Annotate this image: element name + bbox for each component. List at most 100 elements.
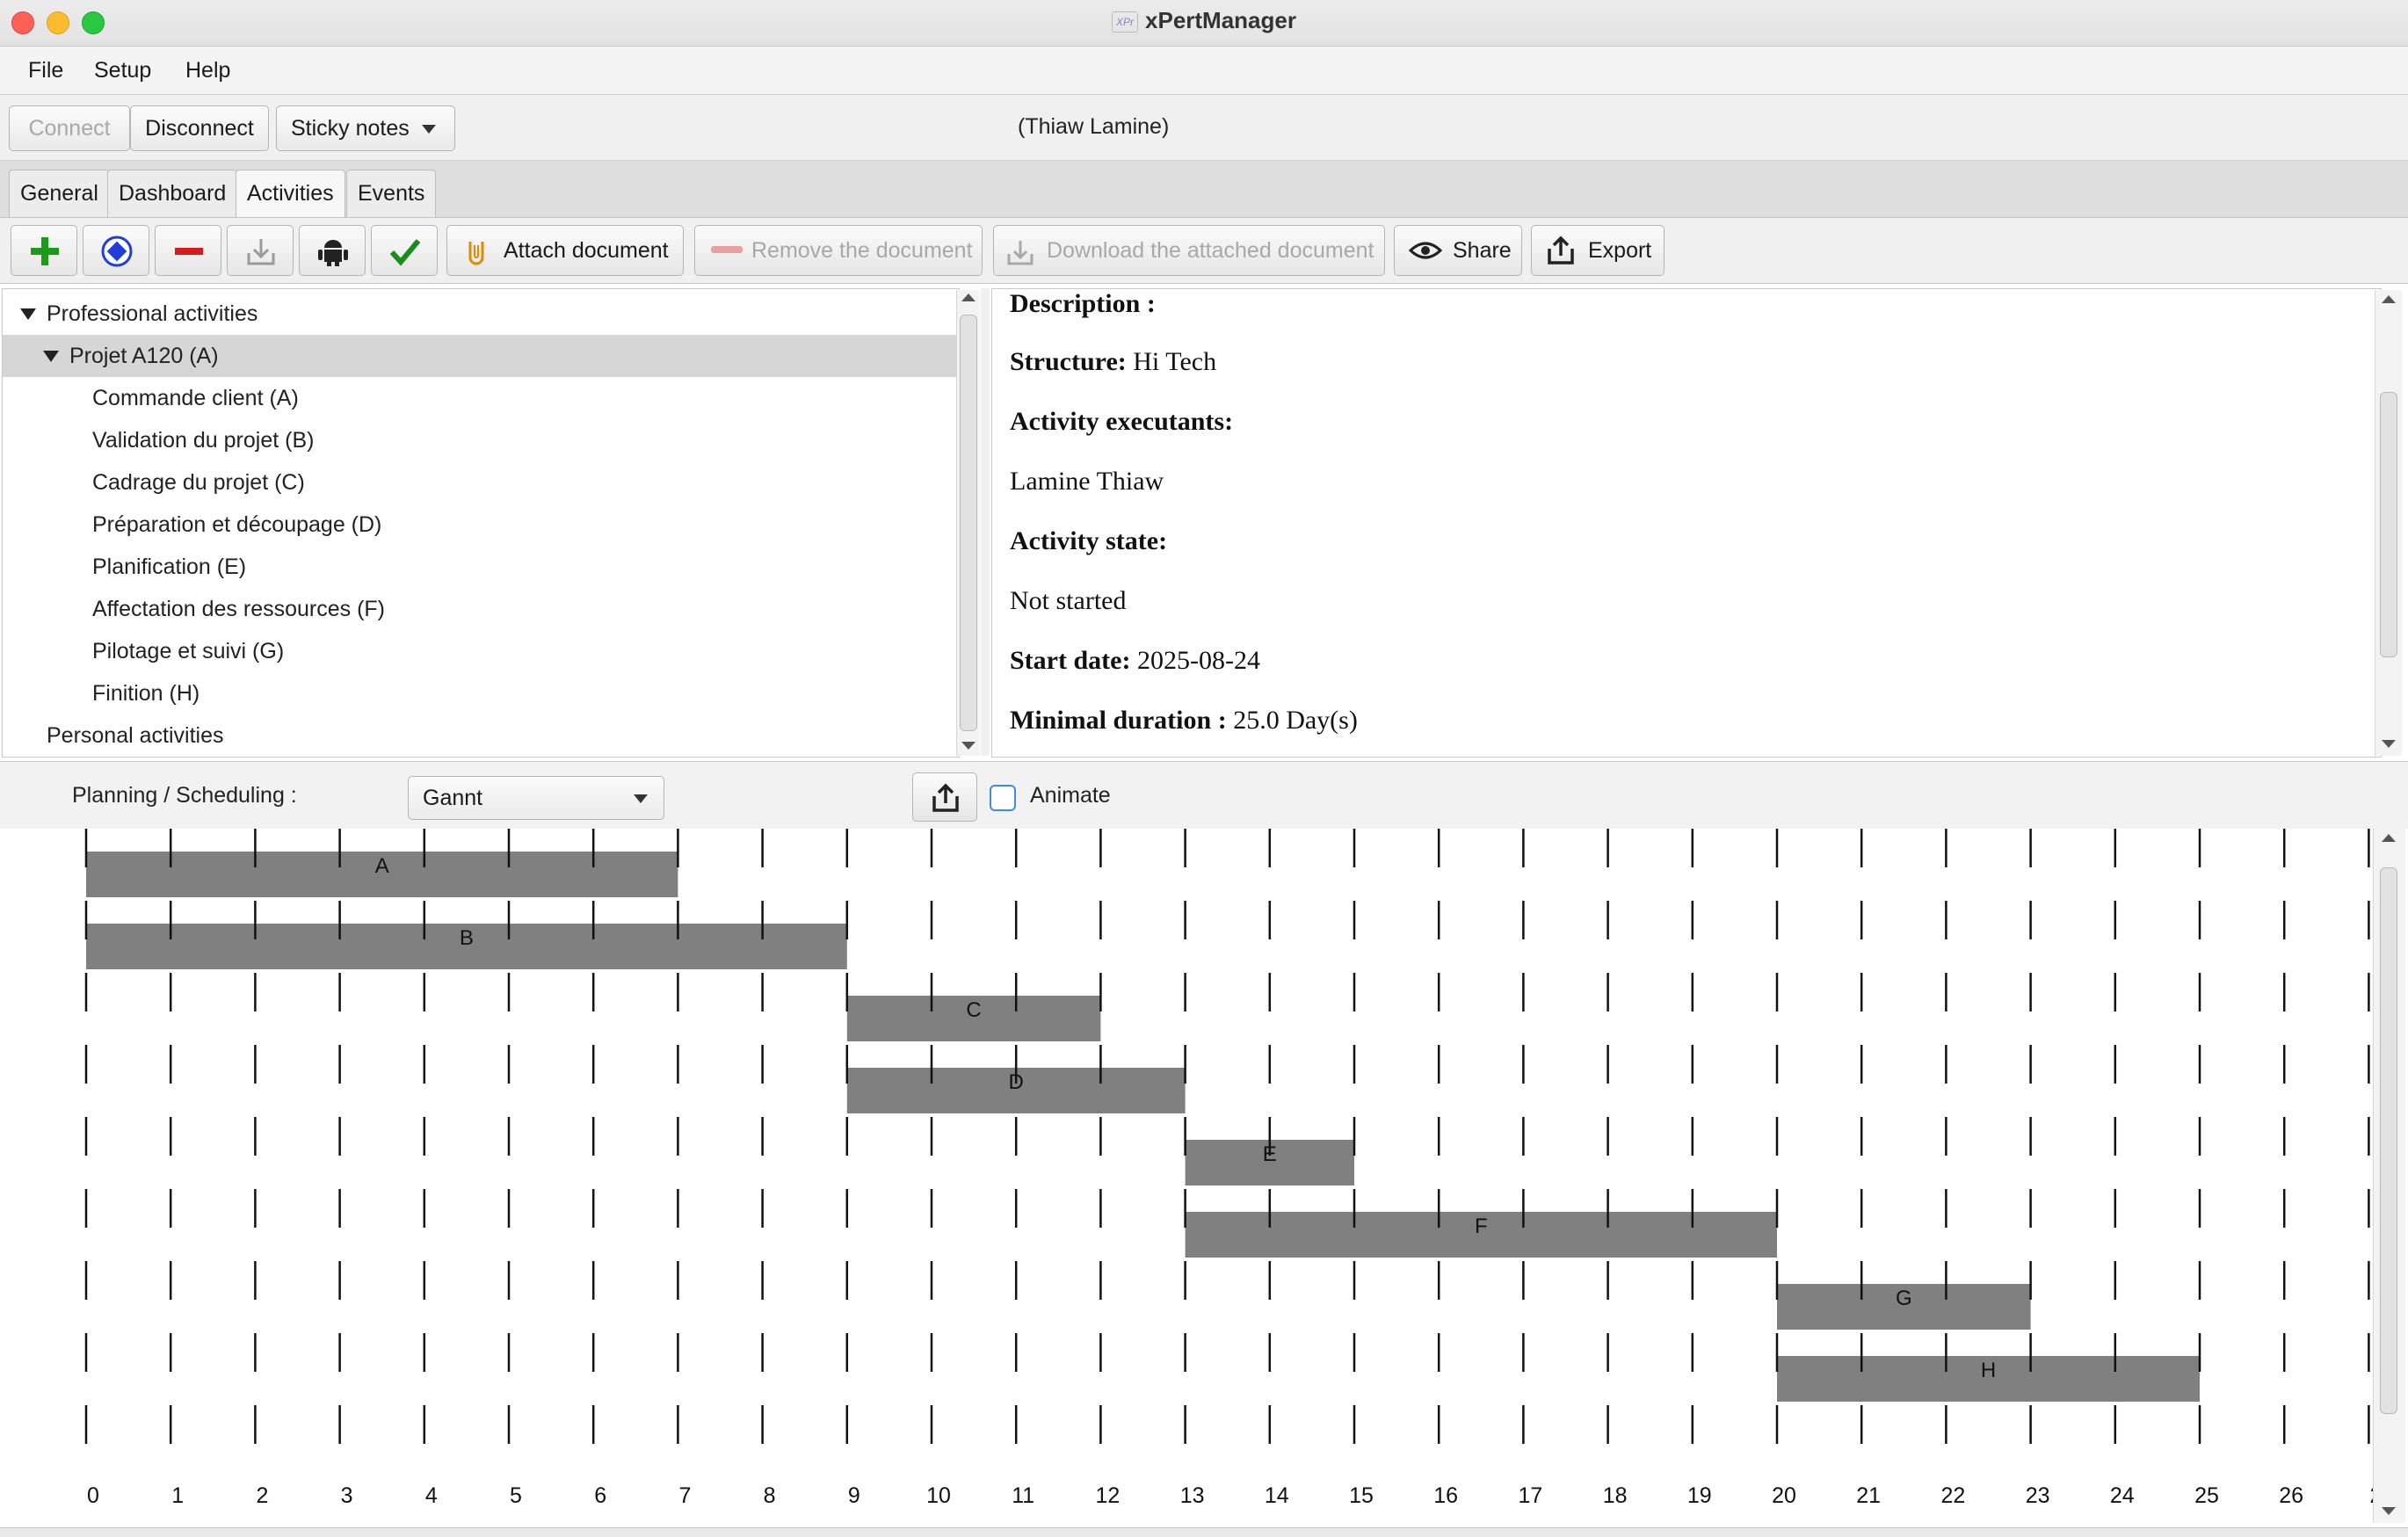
x-tick-label: 6 (594, 1483, 606, 1508)
attach-document-button[interactable]: Attach document (446, 225, 684, 276)
structure-line: Structure: Hi Tech (1010, 347, 1216, 377)
tree-node-personal[interactable]: Personal activities (3, 714, 959, 757)
panel-splitter[interactable] (981, 288, 990, 756)
add-icon (31, 237, 59, 265)
tree-item-label: Pilotage et suivi (G) (92, 639, 285, 663)
executant-value: Lamine Thiaw (1010, 467, 1164, 496)
tab-activities[interactable]: Activities (236, 170, 345, 217)
menu-file[interactable]: File (28, 58, 63, 83)
tree-item[interactable]: Planification (E) (3, 546, 959, 588)
export-gantt-button[interactable] (912, 772, 977, 822)
description-label: Description : (1010, 289, 1156, 318)
start-date-line: Start date: 2025-08-24 (1010, 646, 1260, 676)
menu-setup[interactable]: Setup (94, 58, 151, 83)
download-button[interactable] (227, 225, 294, 276)
add-activity-button[interactable] (11, 225, 77, 276)
remove-doc-icon (711, 246, 743, 253)
download-attached-button[interactable]: Download the attached document (993, 225, 1385, 276)
tree-item[interactable]: Validation du projet (B) (3, 419, 959, 461)
share-label: Share (1453, 238, 1512, 263)
connect-button[interactable]: Connect (9, 105, 130, 151)
connection-toolbar: Connect Disconnect Sticky notes (Thiaw L… (0, 95, 2408, 161)
duration-value: 25.0 Day(s) (1233, 706, 1358, 735)
planning-label: Planning / Scheduling : (72, 783, 297, 808)
x-tick-label: 23 (2026, 1483, 2050, 1508)
scroll-up-icon[interactable] (2382, 834, 2396, 842)
x-tick-label: 12 (1095, 1483, 1120, 1508)
menu-help[interactable]: Help (185, 58, 230, 83)
tree-item[interactable]: Préparation et découpage (D) (3, 504, 959, 546)
scroll-up-icon[interactable] (961, 294, 976, 301)
planning-bar: Planning / Scheduling : Gannt Animate (0, 761, 2408, 830)
disconnect-button[interactable]: Disconnect (130, 105, 269, 151)
android-button[interactable] (299, 225, 366, 276)
tree-item[interactable]: Cadrage du projet (C) (3, 461, 959, 504)
gantt-scrollbar[interactable] (2373, 829, 2405, 1523)
share-button[interactable]: Share (1394, 225, 1522, 276)
gantt-task-label: B (460, 926, 474, 950)
export-button[interactable]: Export (1531, 225, 1665, 276)
tree-node-label: Projet A120 (A) (69, 344, 219, 368)
x-tick-label: 2 (256, 1483, 268, 1508)
gantt-task-label: H (1981, 1359, 1996, 1382)
expand-triangle-icon[interactable] (20, 308, 36, 320)
x-tick-label: 16 (1433, 1483, 1458, 1508)
tree-node-project[interactable]: Projet A120 (A) (3, 335, 959, 377)
validate-button[interactable] (371, 225, 438, 276)
expand-triangle-icon[interactable] (43, 351, 59, 362)
tree-item[interactable]: Pilotage et suivi (G) (3, 630, 959, 672)
details-scroll-thumb[interactable] (2380, 392, 2397, 657)
target-button[interactable] (83, 225, 149, 276)
animate-checkbox[interactable] (990, 785, 1016, 811)
tab-events[interactable]: Events (346, 170, 437, 217)
gantt-task-label: E (1263, 1142, 1277, 1166)
state-line: Activity state: (1010, 526, 1167, 556)
export-icon (1548, 236, 1574, 265)
export-icon (932, 783, 959, 812)
x-tick-label: 18 (1603, 1483, 1628, 1508)
gantt-task-label: D (1009, 1070, 1024, 1094)
tab-dashboard[interactable]: Dashboard (107, 170, 238, 217)
tree-item-label: Commande client (A) (92, 386, 299, 410)
structure-value: Hi Tech (1133, 347, 1217, 376)
tree-node-label: Professional activities (47, 301, 258, 326)
x-tick-label: 5 (510, 1483, 522, 1508)
tree-item-label: Validation du projet (B) (92, 428, 315, 453)
scroll-down-icon[interactable] (2382, 1507, 2396, 1515)
details-scrollbar[interactable] (2375, 290, 2402, 756)
sticky-notes-label: Sticky notes (291, 116, 410, 141)
tab-general[interactable]: General (9, 170, 110, 217)
planning-mode-select[interactable]: Gannt (408, 776, 664, 820)
x-tick-label: 1 (171, 1483, 184, 1508)
scroll-down-icon[interactable] (961, 742, 976, 750)
tree-scroll-thumb[interactable] (960, 315, 977, 731)
gantt-task-label: F (1475, 1214, 1488, 1238)
window-title: xPertManager (1145, 7, 1296, 33)
connected-user-label: (Thiaw Lamine) (1018, 114, 1170, 139)
check-icon (389, 239, 421, 266)
x-tick-label: 4 (425, 1483, 438, 1508)
tree-scrollbar[interactable] (956, 290, 980, 756)
x-tick-label: 25 (2194, 1483, 2219, 1508)
x-tick-label: 24 (2110, 1483, 2135, 1508)
tree-node-professional[interactable]: Professional activities (3, 293, 959, 335)
gantt-scroll-thumb[interactable] (2380, 867, 2397, 1414)
download-icon (1007, 241, 1034, 265)
paperclip-icon (468, 242, 484, 265)
scroll-down-icon[interactable] (2382, 740, 2396, 748)
tree-item[interactable]: Commande client (A) (3, 377, 959, 419)
tree-item[interactable]: Affectation des ressources (F) (3, 588, 959, 630)
remove-activity-button[interactable] (155, 225, 221, 276)
x-tick-label: 22 (1940, 1483, 1965, 1508)
x-tick-label: 19 (1687, 1483, 1712, 1508)
x-tick-label: 15 (1349, 1483, 1374, 1508)
remove-icon (175, 248, 203, 255)
remove-document-button[interactable]: Remove the document (694, 225, 983, 276)
scroll-up-icon[interactable] (2382, 295, 2396, 303)
x-tick-label: 20 (1772, 1483, 1796, 1508)
tree-item[interactable]: Finition (H) (3, 672, 959, 714)
description-line: Description : (1010, 289, 1156, 319)
gantt-svg: ABCDEFGH0 1 2 3 4 5 6 7 8 9 10 11 12 13 14 15 16 17 18 19 20… (84, 829, 2373, 1508)
sticky-notes-dropdown[interactable]: Sticky notes (276, 105, 455, 151)
download-attached-label: Download the attached document (1047, 238, 1374, 263)
